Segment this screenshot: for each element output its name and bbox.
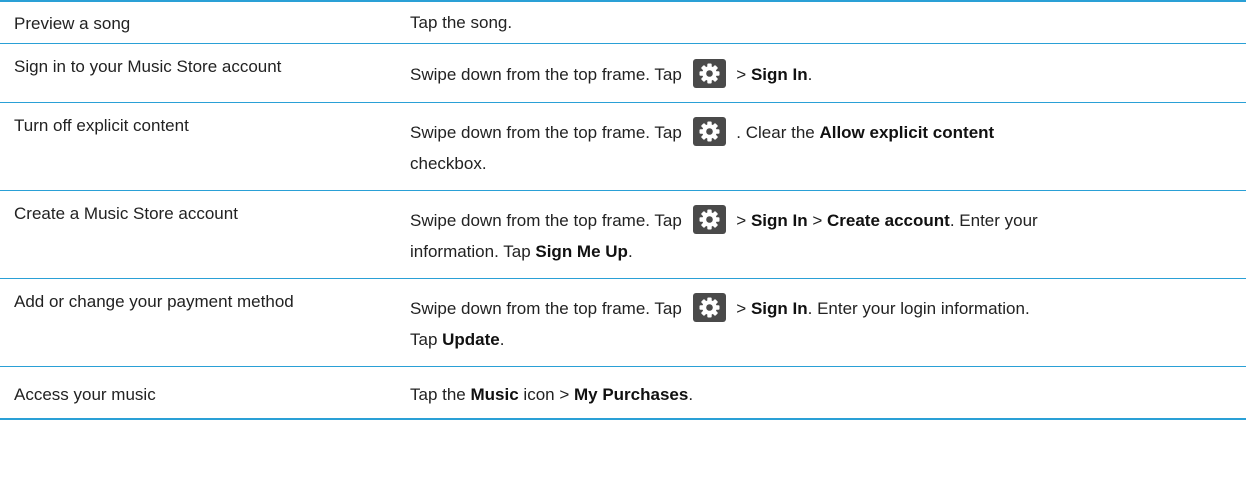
gear-icon xyxy=(692,117,726,147)
instruction-cell: Tap the Music icon > My Purchases. xyxy=(410,379,1230,410)
instruction-text: . Clear the xyxy=(736,123,820,142)
instruction-text: . xyxy=(688,385,694,404)
table-row: Create a Music Store account Swipe down … xyxy=(0,191,1246,279)
gear-icon xyxy=(692,293,726,323)
instruction-text: Tap xyxy=(410,330,443,349)
instruction-cell: Swipe down from the top frame. Tap > Sig… xyxy=(410,59,1230,90)
sign-in-label: Sign In xyxy=(750,299,808,318)
table-row: Access your music Tap the Music icon > M… xyxy=(0,367,1246,420)
task-cell: Create a Music Store account xyxy=(14,204,238,223)
instruction-text: Swipe down from the top frame. Tap xyxy=(410,299,682,318)
instruction-text: Tap the song. xyxy=(410,13,513,32)
instruction-text: > xyxy=(736,211,751,230)
instruction-text: Swipe down from the top frame. Tap xyxy=(410,65,682,84)
instruction-text: information. Tap xyxy=(410,242,536,261)
instruction-text: checkbox. xyxy=(410,154,487,173)
instruction-text: . Enter your login information. xyxy=(807,299,1030,318)
instruction-text: . xyxy=(807,65,813,84)
task-cell: Sign in to your Music Store account xyxy=(14,57,282,76)
instruction-cell: Swipe down from the top frame. Tap . Cle… xyxy=(410,117,1230,179)
instruction-text: Swipe down from the top frame. Tap xyxy=(410,211,682,230)
my-purchases-label: My Purchases xyxy=(573,385,689,404)
table-row: Sign in to your Music Store account Swip… xyxy=(0,44,1246,103)
instruction-cell: Tap the song. xyxy=(410,7,1230,38)
update-label: Update xyxy=(442,330,500,349)
music-label: Music xyxy=(470,385,519,404)
instruction-cell: Swipe down from the top frame. Tap > Sig… xyxy=(410,205,1230,267)
create-account-label: Create account xyxy=(827,211,950,230)
task-cell: Add or change your payment method xyxy=(14,292,294,311)
sign-in-label: Sign In xyxy=(750,211,808,230)
table-row: Add or change your payment method Swipe … xyxy=(0,279,1246,367)
instruction-text: Tap the xyxy=(410,385,471,404)
task-cell: Preview a song xyxy=(14,14,131,33)
instruction-text: icon > xyxy=(518,385,574,404)
instruction-text: . xyxy=(627,242,633,261)
gear-icon xyxy=(692,59,726,89)
task-cell: Access your music xyxy=(14,385,156,404)
instruction-text: > xyxy=(807,211,827,230)
instruction-text: Swipe down from the top frame. Tap xyxy=(410,123,682,142)
instruction-text: . xyxy=(499,330,505,349)
task-cell: Turn off explicit content xyxy=(14,116,189,135)
allow-explicit-content-label: Allow explicit content xyxy=(819,123,995,142)
instruction-text: > xyxy=(736,299,751,318)
table-row: Preview a song Tap the song. xyxy=(0,2,1246,44)
instruction-cell: Swipe down from the top frame. Tap > Sig… xyxy=(410,293,1230,355)
instruction-text: . Enter your xyxy=(949,211,1038,230)
instruction-text: > xyxy=(736,65,751,84)
sign-in-label: Sign In xyxy=(750,65,808,84)
sign-me-up-label: Sign Me Up xyxy=(535,242,628,261)
table-row: Turn off explicit content Swipe down fro… xyxy=(0,103,1246,191)
gear-icon xyxy=(692,205,726,235)
music-store-tasks-table: Preview a song Tap the song. Sign in to … xyxy=(0,0,1246,420)
